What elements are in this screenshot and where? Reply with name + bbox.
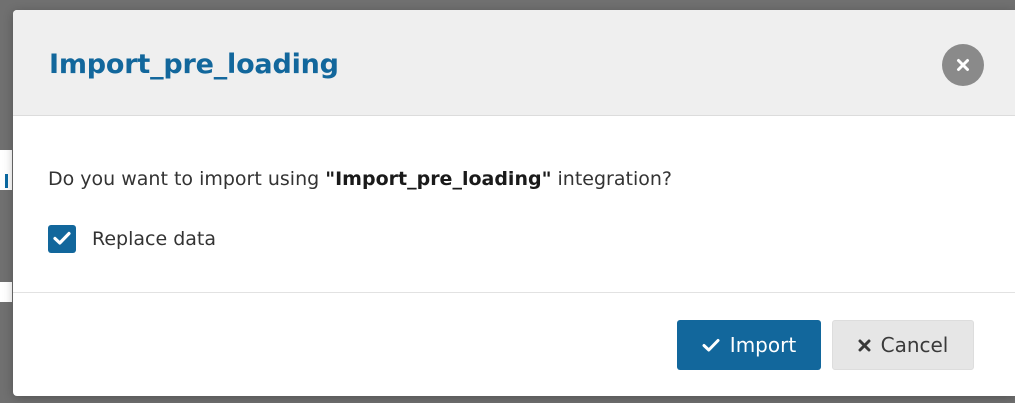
dialog-header: Import_pre_loading — [13, 10, 1015, 116]
cancel-button[interactable]: Cancel — [832, 320, 974, 370]
dialog-title: Import_pre_loading — [49, 49, 339, 80]
replace-data-checkbox[interactable] — [48, 225, 76, 253]
message-prefix: Do you want to import using — [48, 168, 326, 190]
background-page-fragment — [0, 282, 12, 302]
replace-data-label[interactable]: Replace data — [92, 226, 216, 252]
import-button[interactable]: Import — [677, 320, 821, 370]
integration-name: "Import_pre_loading" — [325, 168, 552, 190]
dialog-body: Do you want to import using "Import_pre_… — [13, 116, 1015, 292]
message-suffix: integration? — [551, 168, 672, 190]
close-button[interactable] — [942, 44, 984, 86]
checkmark-icon — [53, 230, 71, 249]
import-button-label: Import — [729, 333, 797, 357]
cancel-button-label: Cancel — [880, 333, 949, 357]
background-page-mark — [5, 174, 8, 188]
background-page-fragment — [0, 150, 12, 190]
x-icon — [858, 339, 871, 352]
import-dialog: Import_pre_loading Do you want to import… — [13, 10, 1015, 396]
replace-data-option[interactable]: Replace data — [48, 224, 216, 254]
checkmark-icon — [702, 338, 720, 352]
confirmation-message: Do you want to import using "Import_pre_… — [48, 166, 672, 192]
close-icon — [956, 58, 970, 72]
dialog-footer: Import Cancel — [13, 292, 1015, 396]
